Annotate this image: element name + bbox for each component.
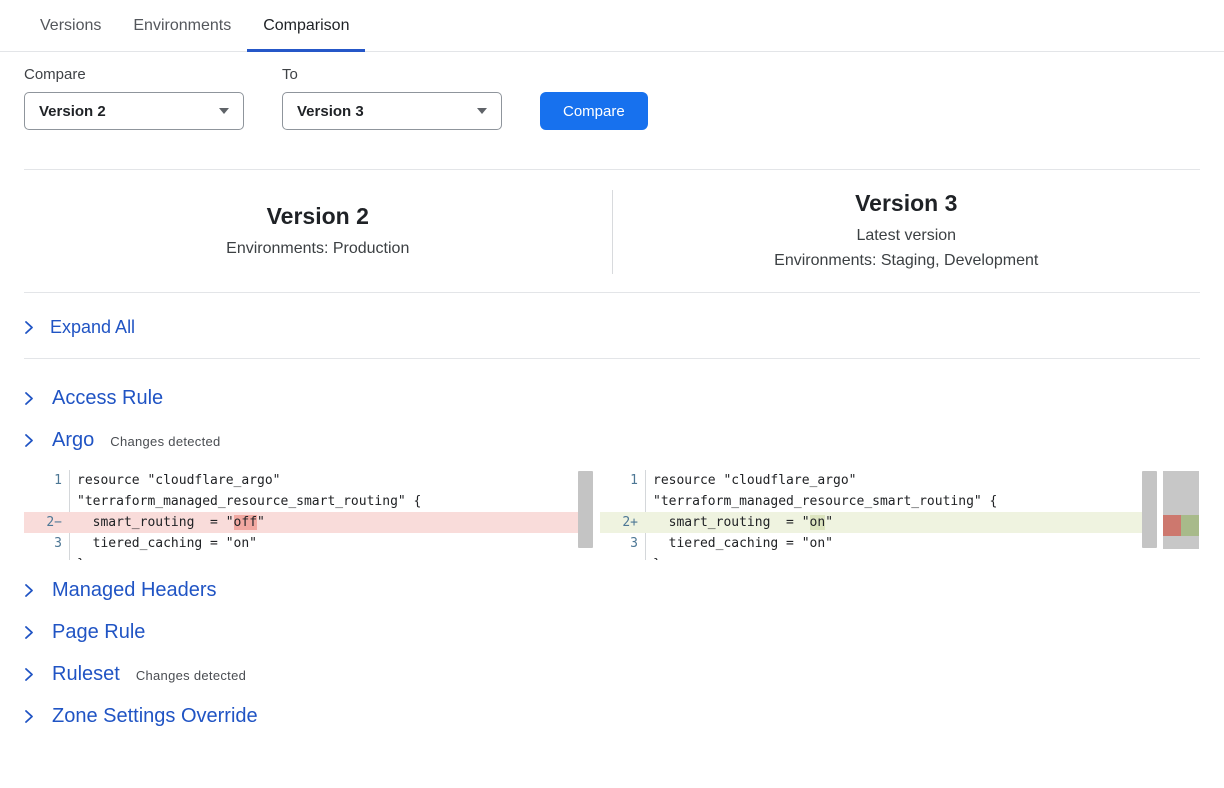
- section-zone-settings-override[interactable]: Zone Settings Override: [24, 702, 1200, 730]
- compare-version-select[interactable]: Version 2: [24, 92, 244, 130]
- code-text: smart_routing = "off": [70, 512, 593, 533]
- version-headers: Version 2 Environments: Production Versi…: [0, 170, 1224, 292]
- chevron-right-icon: [24, 320, 34, 335]
- section-label: Page Rule: [52, 621, 145, 644]
- section-label: Ruleset: [52, 663, 120, 686]
- chevron-right-icon: [24, 709, 34, 724]
- line-number: [24, 554, 70, 560]
- version-right-title: Version 3: [855, 190, 957, 217]
- to-version-value: Version 3: [297, 103, 364, 120]
- chevron-right-icon: [24, 391, 34, 406]
- code-text: }: [70, 554, 593, 560]
- tab-bar: Versions Environments Comparison: [0, 0, 1224, 52]
- sections-list: Access Rule Argo Changes detected 1resou…: [0, 359, 1224, 730]
- section-label: Zone Settings Override: [52, 705, 258, 728]
- code-text: smart_routing = "on": [646, 512, 1157, 533]
- compare-field: Compare Version 2: [24, 66, 244, 130]
- section-page-rule[interactable]: Page Rule: [24, 618, 1200, 646]
- line-number: [600, 554, 646, 560]
- section-managed-headers[interactable]: Managed Headers: [24, 576, 1200, 604]
- to-label: To: [282, 66, 502, 83]
- line-number: 1: [600, 470, 646, 491]
- chevron-down-icon: [477, 108, 487, 114]
- diff-line: 2+ smart_routing = "on": [600, 512, 1157, 533]
- version-right-environments: Environments: Staging, Development: [774, 249, 1038, 274]
- section-access-rule[interactable]: Access Rule: [24, 384, 1200, 412]
- version-left-header: Version 2 Environments: Production: [24, 188, 612, 276]
- version-left-environments: Environments: Production: [226, 237, 409, 262]
- diff-line: 3 tiered_caching = "on": [600, 533, 1157, 554]
- diff-line: 1resource "cloudflare_argo": [600, 470, 1157, 491]
- code-text: }: [646, 554, 1157, 560]
- diff-pane-right: 1resource "cloudflare_argo""terraform_ma…: [600, 470, 1157, 560]
- minimap-added-marker: [1181, 515, 1199, 536]
- argo-diff: 1resource "cloudflare_argo""terraform_ma…: [24, 470, 1200, 560]
- diff-left-lines: 1resource "cloudflare_argo""terraform_ma…: [24, 470, 593, 560]
- line-number: 3: [600, 533, 646, 554]
- diff-line: 1resource "cloudflare_argo": [24, 470, 593, 491]
- section-label: Access Rule: [52, 387, 163, 410]
- version-left-title: Version 2: [267, 203, 369, 230]
- expand-all-label: Expand All: [50, 317, 135, 338]
- changes-detected-badge: Changes detected: [110, 434, 220, 449]
- section-argo[interactable]: Argo Changes detected: [24, 426, 1200, 454]
- compare-button[interactable]: Compare: [540, 92, 648, 130]
- diff-line: }: [24, 554, 593, 560]
- code-text: "terraform_managed_resource_smart_routin…: [70, 491, 593, 512]
- version-right-subtitle: Latest version: [856, 224, 956, 249]
- section-label: Managed Headers: [52, 579, 217, 602]
- chevron-right-icon: [24, 667, 34, 682]
- diff-line: 2− smart_routing = "off": [24, 512, 593, 533]
- tab-comparison[interactable]: Comparison: [247, 0, 365, 52]
- tab-environments[interactable]: Environments: [117, 0, 247, 52]
- code-text: tiered_caching = "on": [70, 533, 593, 554]
- line-number: [24, 491, 70, 512]
- line-number: 2+: [600, 512, 646, 533]
- diff-line: "terraform_managed_resource_smart_routin…: [24, 491, 593, 512]
- compare-version-value: Version 2: [39, 103, 106, 120]
- left-pane-scrollbar[interactable]: [578, 471, 593, 548]
- code-text: tiered_caching = "on": [646, 533, 1157, 554]
- diff-line: }: [600, 554, 1157, 560]
- code-text: resource "cloudflare_argo": [646, 470, 1157, 491]
- diff-line: "terraform_managed_resource_smart_routin…: [600, 491, 1157, 512]
- diff-line: 3 tiered_caching = "on": [24, 533, 593, 554]
- diff-right-lines: 1resource "cloudflare_argo""terraform_ma…: [600, 470, 1157, 560]
- version-right-header: Version 3 Latest version Environments: S…: [613, 188, 1201, 276]
- expand-all-row[interactable]: Expand All: [0, 293, 1224, 358]
- diff-pane-left: 1resource "cloudflare_argo""terraform_ma…: [24, 470, 593, 560]
- to-field: To Version 3: [282, 66, 502, 130]
- section-label: Argo: [52, 429, 94, 452]
- compare-label: Compare: [24, 66, 244, 83]
- code-text: "terraform_managed_resource_smart_routin…: [646, 491, 1157, 512]
- tab-versions[interactable]: Versions: [24, 0, 117, 52]
- line-number: [600, 491, 646, 512]
- chevron-right-icon: [24, 583, 34, 598]
- to-version-select[interactable]: Version 3: [282, 92, 502, 130]
- section-ruleset[interactable]: Ruleset Changes detected: [24, 660, 1200, 688]
- diff-minimap[interactable]: [1163, 471, 1199, 549]
- code-text: resource "cloudflare_argo": [70, 470, 593, 491]
- minimap-removed-marker: [1163, 515, 1181, 536]
- line-number: 3: [24, 533, 70, 554]
- chevron-down-icon: [219, 108, 229, 114]
- right-pane-scrollbar[interactable]: [1142, 471, 1157, 548]
- chevron-right-icon: [24, 433, 34, 448]
- chevron-right-icon: [24, 625, 34, 640]
- compare-controls: Compare Version 2 To Version 3 Compare: [0, 52, 1224, 130]
- changes-detected-badge: Changes detected: [136, 668, 246, 683]
- line-number: 2−: [24, 512, 70, 533]
- line-number: 1: [24, 470, 70, 491]
